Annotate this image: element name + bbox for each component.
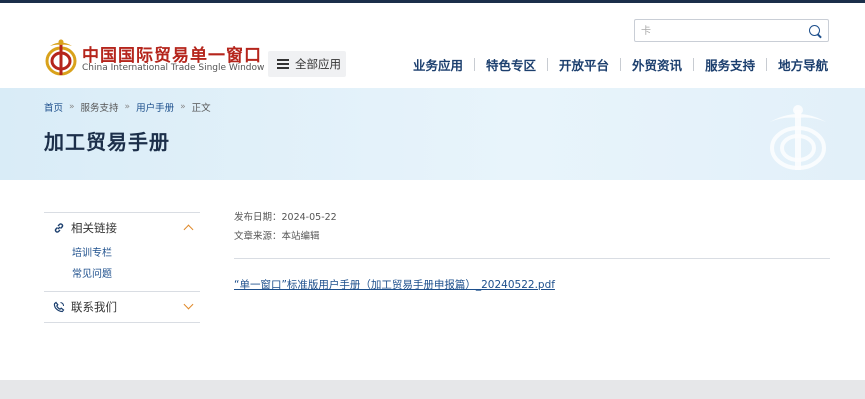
article-content: 发布日期：2024-05-22 文章来源：本站编辑 “单一窗口”标准版用户手册（… xyxy=(234,208,830,291)
nav-item-local-navigation[interactable]: 地方导航 xyxy=(767,55,839,74)
search-box xyxy=(634,19,829,42)
banner-watermark-emblem-icon xyxy=(770,105,826,170)
sidebar-sublist: 培训专栏 常见问题 xyxy=(44,243,200,291)
nav-item-business-apps[interactable]: 业务应用 xyxy=(402,55,474,74)
hamburger-menu-icon xyxy=(277,59,289,69)
site-header: 中国国际贸易单一窗口 China International Trade Sin… xyxy=(0,3,865,88)
attachment-pdf-link[interactable]: “单一窗口”标准版用户手册（加工贸易手册申报篇）_20240522.pdf xyxy=(234,277,555,292)
chevron-down-icon[interactable] xyxy=(183,299,194,310)
page-banner: 首页 » 服务支持 » 用户手册 » 正文 加工贸易手册 xyxy=(0,88,865,180)
chevron-up-icon[interactable] xyxy=(183,224,194,235)
all-apps-label: 全部应用 xyxy=(295,57,341,71)
breadcrumb-user-manual[interactable]: 用户手册 xyxy=(136,100,174,114)
breadcrumb-separator: » xyxy=(124,102,131,112)
all-apps-button[interactable]: 全部应用 xyxy=(268,51,346,77)
breadcrumb-separator: » xyxy=(180,102,186,112)
phone-icon xyxy=(53,301,65,313)
breadcrumb-current: 正文 xyxy=(191,103,211,114)
content-divider xyxy=(234,258,830,259)
search-input[interactable] xyxy=(641,22,801,40)
logo-emblem-icon[interactable] xyxy=(44,37,78,77)
main-nav: 业务应用 特色专区 开放平台 外贸资讯 服务支持 地方导航 xyxy=(402,55,839,74)
sidebar-section-contact-us: 联系我们 xyxy=(44,291,200,323)
sidebar-item-faq[interactable]: 常见问题 xyxy=(72,264,200,285)
logo-title-en[interactable]: China International Trade Single Window xyxy=(82,63,264,73)
nav-item-trade-news[interactable]: 外贸资讯 xyxy=(621,55,693,74)
breadcrumb-home[interactable]: 首页 xyxy=(44,100,63,114)
nav-item-open-platform[interactable]: 开放平台 xyxy=(548,55,620,74)
footer-bar xyxy=(0,380,865,399)
link-icon xyxy=(54,223,64,233)
sidebar-header-label: 联系我们 xyxy=(71,300,117,314)
sidebar-header-related-links[interactable]: 相关链接 xyxy=(44,213,200,243)
sidebar-section-related-links: 相关链接 培训专栏 常见问题 xyxy=(44,212,200,291)
publish-date: 发布日期：2024-05-22 xyxy=(234,212,337,223)
article-source: 文章来源：本站编辑 xyxy=(234,231,320,242)
sidebar-header-contact-us[interactable]: 联系我们 xyxy=(44,292,200,322)
search-icon[interactable] xyxy=(809,25,820,36)
page-title: 加工贸易手册 xyxy=(44,130,170,154)
sidebar-item-training[interactable]: 培训专栏 xyxy=(72,243,200,264)
breadcrumb-service-support[interactable]: 服务支持 xyxy=(81,100,119,114)
sidebar: 相关链接 培训专栏 常见问题 联系我们 xyxy=(44,212,200,323)
sidebar-header-label: 相关链接 xyxy=(71,221,117,235)
nav-item-featured-zone[interactable]: 特色专区 xyxy=(475,55,547,74)
nav-item-service-support[interactable]: 服务支持 xyxy=(694,55,766,74)
breadcrumb-separator: » xyxy=(69,102,75,112)
breadcrumb: 首页 » 服务支持 » 用户手册 » 正文 xyxy=(44,100,211,114)
